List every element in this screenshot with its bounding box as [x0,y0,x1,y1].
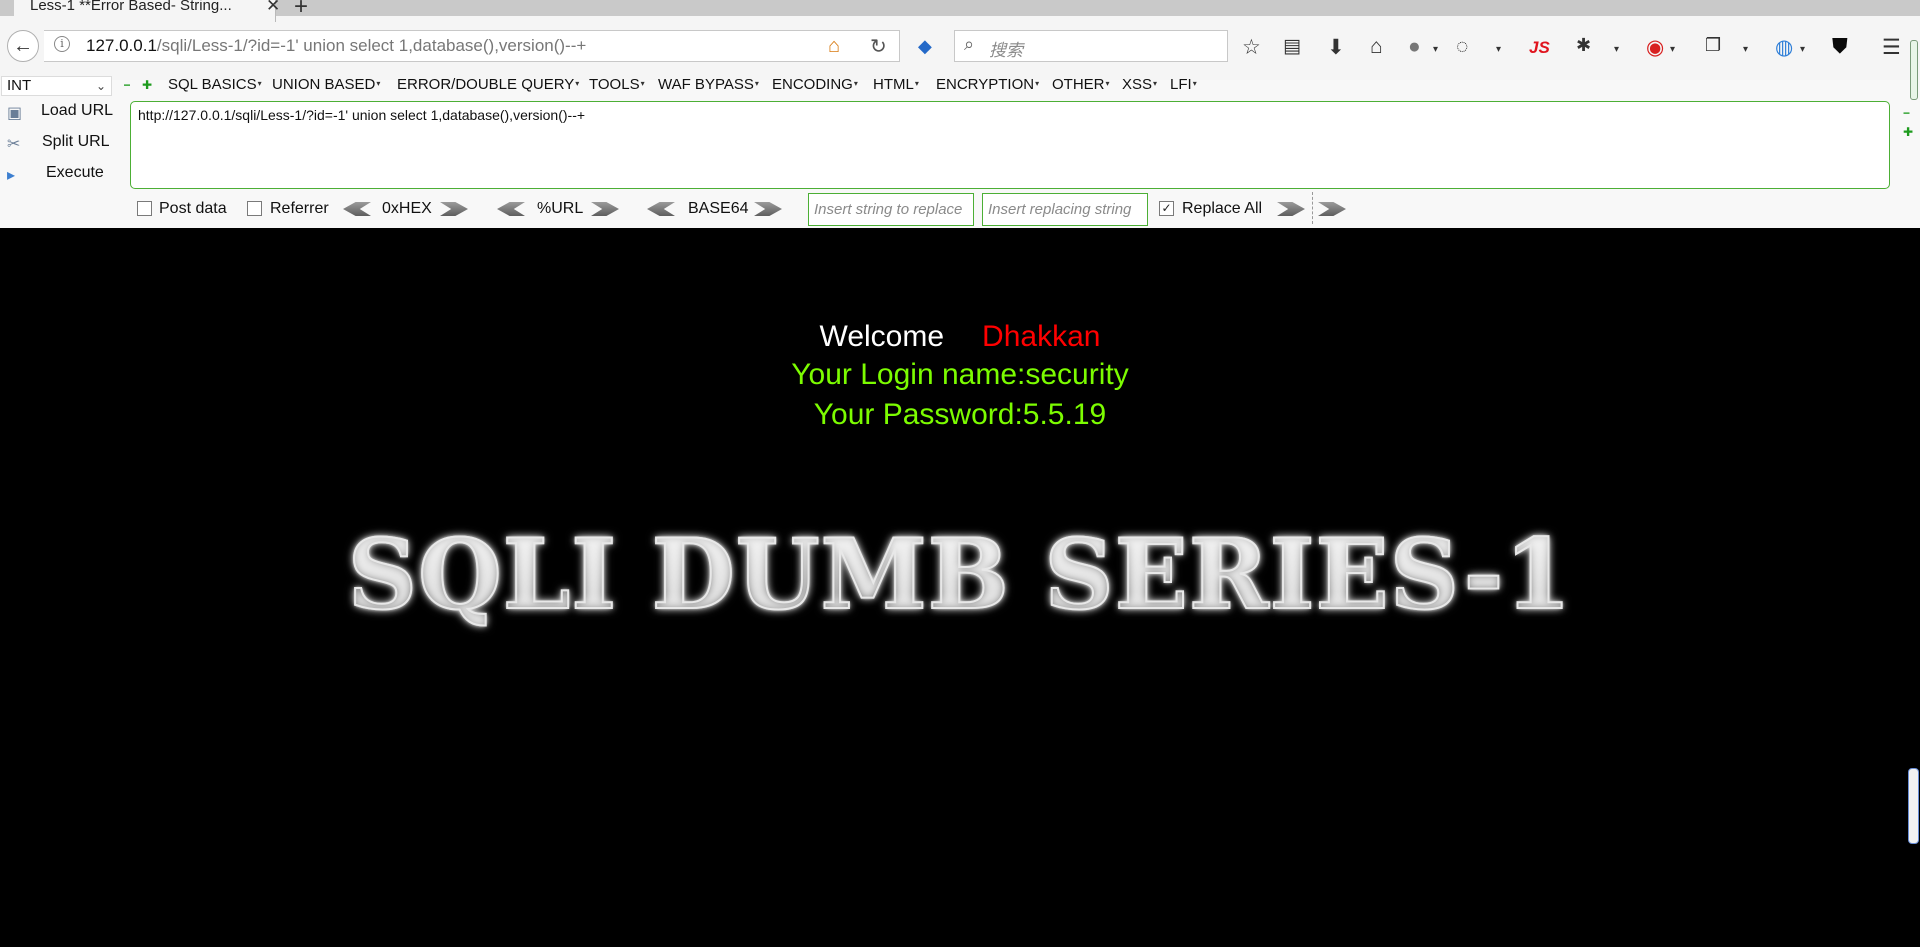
menu-other[interactable]: OTHER [1052,76,1110,93]
spider-icon[interactable]: ✱ [1576,35,1591,56]
search-placeholder: 搜索 [989,41,1023,60]
nav-bar: ← i 127.0.0.1/sqli/Less-1/?id=-1' union … [0,16,1920,80]
user-name: Dhakkan [982,320,1101,353]
type-select-value: INT [7,77,32,94]
replace-all-checkbox[interactable]: ✓ [1159,201,1174,216]
url-host: 127.0.0.1 [86,36,157,55]
menu-icon[interactable]: ☰ [1882,35,1901,60]
page-content: Welcome Dhakkan Your Login name:security … [0,228,1920,947]
chevron-down-icon: ⌄ [95,79,106,93]
search-bar[interactable]: ⌕ 搜索 [954,30,1228,62]
hex-decode-arrow[interactable] [343,202,371,216]
split-url-button[interactable]: ✂ Split URL [4,132,128,156]
hackbar-scrollbar[interactable] [1910,40,1918,100]
scissors-icon: ✂ [7,136,21,153]
replace-all-label: Replace All [1182,200,1263,217]
menu-waf-bypass[interactable]: WAF BYPASS [658,76,759,93]
password-line: Your Password:5.5.19 [813,398,1107,431]
referrer-label: Referrer [270,200,329,217]
replace-from-input[interactable]: Insert string to replace [808,193,974,226]
hackbar-panel: INT ⌄ − ✚ SQL BASICS UNION BASED ERROR/D… [0,76,1920,228]
base64-encode-arrow[interactable] [754,202,782,216]
chevron-down-icon[interactable]: ▾ [1743,44,1748,55]
menu-encoding[interactable]: ENCODING [772,76,858,93]
replace-right-arrow[interactable] [1318,202,1346,216]
referrer-checkbox[interactable] [247,201,262,216]
download-icon[interactable]: ⬇ [1327,35,1345,60]
chevron-down-icon[interactable]: ▾ [1800,44,1805,55]
browser-window: Less-1 **Error Based- String... ✕ + ← i … [0,0,1920,947]
post-data-checkbox[interactable] [137,201,152,216]
execute-button[interactable]: ▸ Execute [4,163,128,187]
menu-lfi[interactable]: LFI [1170,76,1197,93]
close-icon[interactable]: ✕ [266,0,280,16]
clipboard-icon[interactable]: ❐ [1705,35,1721,56]
url-bar[interactable]: i 127.0.0.1/sqli/Less-1/?id=-1' union se… [44,30,900,62]
menu-union-based[interactable]: UNION BASED [272,76,380,93]
extension-icon[interactable]: ◆ [918,36,932,57]
menu-html[interactable]: HTML [873,76,919,93]
home-icon[interactable]: ⌂ [1370,35,1383,59]
banner-text: SQLI DUMB SERIES-1 [340,517,1580,632]
menu-sql-basics[interactable]: SQL BASICS [168,76,262,93]
minus-icon[interactable]: − [121,79,133,91]
menu-error-double-query[interactable]: ERROR/DOUBLE QUERY [397,76,579,93]
execute-label: Execute [46,164,104,181]
back-button[interactable]: ← [7,30,39,62]
palette-icon[interactable]: ◌ [1456,35,1468,59]
post-data-label: Post data [159,200,227,217]
url-encode-arrow[interactable] [591,202,619,216]
series-banner: SQLI DUMB SERIES-1 SQLI DUMB SERIES-1 [340,517,1580,638]
url-path: /sqli/Less-1/?id=-1' union select 1,data… [156,36,587,55]
load-url-label: Load URL [41,102,114,119]
login-name-line: Your Login name:security [791,358,1129,391]
load-icon: ▣ [7,105,23,122]
welcome-text: Welcome [819,320,945,353]
replace-left-arrow[interactable] [1277,202,1305,216]
reload-icon[interactable]: ↻ [870,34,887,59]
load-url-button[interactable]: ▣ Load URL [4,101,128,125]
menu-xss[interactable]: XSS [1122,76,1157,93]
translate-icon[interactable]: ◍ [1775,35,1793,60]
divider [1312,192,1313,224]
chevron-down-icon[interactable]: ▾ [1670,44,1675,55]
search-icon: ⌕ [964,34,975,54]
url-textarea[interactable]: http://127.0.0.1/sqli/Less-1/?id=-1' uni… [130,101,1890,189]
green-shield-icon[interactable]: ⛊ [1832,35,1848,59]
tab-bar: Less-1 **Error Based- String... ✕ + [0,0,1920,22]
reading-list-icon[interactable]: ▤ [1283,35,1301,58]
globe-icon[interactable]: ● [1408,35,1421,59]
url-text[interactable]: 127.0.0.1/sqli/Less-1/?id=-1' union sele… [86,36,586,56]
type-select[interactable]: INT ⌄ [1,76,112,96]
base64-decode-arrow[interactable] [647,202,675,216]
welcome-line: Welcome Dhakkan [0,320,1920,354]
hex-label: 0xHEX [382,200,432,217]
home-page-icon[interactable]: ⌂ [828,35,840,58]
info-icon[interactable]: i [54,36,70,52]
shield-ext-icon[interactable]: ◉ [1646,35,1664,60]
replace-to-input[interactable]: Insert replacing string [982,193,1148,226]
base64-label: BASE64 [688,200,749,217]
url-decode-arrow[interactable] [497,202,525,216]
chevron-down-icon[interactable]: ▾ [1433,44,1438,55]
minus-icon[interactable]: − [1903,106,1910,120]
star-icon[interactable]: ☆ [1242,35,1261,60]
plus-icon[interactable]: ✚ [1903,125,1913,139]
hex-encode-arrow[interactable] [440,202,468,216]
tab-active[interactable]: Less-1 **Error Based- String... ✕ [14,0,280,22]
menu-encryption[interactable]: ENCRYPTION [936,76,1039,93]
url-encode-label: %URL [537,200,584,217]
chevron-down-icon[interactable]: ▾ [1496,44,1501,55]
split-url-label: Split URL [42,133,110,150]
page-scrollbar-thumb[interactable] [1908,768,1919,844]
js-icon[interactable]: JS [1529,38,1550,58]
menu-tools[interactable]: TOOLS [589,76,645,93]
play-icon: ▸ [7,167,16,184]
chevron-down-icon[interactable]: ▾ [1614,44,1619,55]
plus-icon[interactable]: ✚ [141,79,153,91]
tab-title: Less-1 **Error Based- String... [30,0,232,14]
